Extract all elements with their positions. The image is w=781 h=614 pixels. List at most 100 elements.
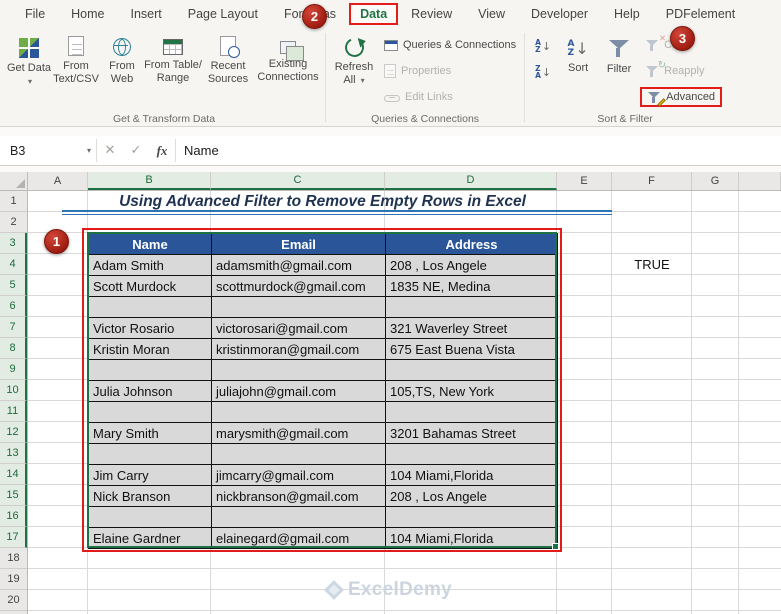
table-cell[interactable]	[88, 506, 212, 528]
table-cell[interactable]: nickbranson@gmail.com	[211, 485, 386, 507]
row-header-12[interactable]: 12	[0, 422, 27, 443]
table-cell[interactable]: Victor Rosario	[88, 317, 212, 339]
table-cell[interactable]	[385, 401, 558, 423]
table-cell[interactable]	[385, 443, 558, 465]
cell-grid[interactable]: Using Advanced Filter to Remove Empty Ro…	[28, 191, 781, 614]
row-header-16[interactable]: 16	[0, 506, 27, 527]
tab-help[interactable]: Help	[601, 2, 653, 26]
row-header-5[interactable]: 5	[0, 275, 27, 296]
table-cell[interactable]	[211, 506, 386, 528]
from-text-csv-button[interactable]: From Text/CSV	[52, 31, 100, 105]
column-header-b[interactable]: B	[88, 172, 211, 190]
table-cell[interactable]	[385, 296, 558, 318]
table-cell[interactable]	[88, 359, 212, 381]
table-cell[interactable]: scottmurdock@gmail.com	[211, 275, 386, 297]
row-header-20[interactable]: 20	[0, 590, 27, 611]
row-header-9[interactable]: 9	[0, 359, 27, 380]
row-header-8[interactable]: 8	[0, 338, 27, 359]
table-cell[interactable]	[385, 359, 558, 381]
row-header-6[interactable]: 6	[0, 296, 27, 317]
sort-ascending-button[interactable]: AZ ↓	[530, 35, 556, 57]
table-cell[interactable]: victorosari@gmail.com	[211, 317, 386, 339]
table-cell[interactable]	[211, 359, 386, 381]
row-header-17[interactable]: 17	[0, 527, 27, 548]
column-header-c[interactable]: C	[211, 172, 385, 190]
table-cell[interactable]: marysmith@gmail.com	[211, 422, 386, 444]
row-header-1[interactable]: 1	[0, 191, 27, 212]
insert-function-icon[interactable]: fx	[149, 136, 175, 165]
sort-descending-button[interactable]: ZA ↓	[530, 61, 556, 83]
queries-connections-button[interactable]: Queries & Connections	[379, 35, 521, 55]
table-cell[interactable]	[385, 506, 558, 528]
table-cell[interactable]: 675 East Buena Vista	[385, 338, 558, 360]
row-header-19[interactable]: 19	[0, 569, 27, 590]
existing-connections-button[interactable]: Existing Connections	[254, 31, 322, 105]
name-box[interactable]: B3 ▾	[0, 136, 96, 165]
filter-button[interactable]: Filter	[598, 31, 640, 105]
advanced-filter-button[interactable]: Advanced	[640, 87, 723, 107]
select-all-corner[interactable]	[0, 172, 28, 191]
from-table-range-button[interactable]: From Table/ Range	[144, 31, 202, 105]
table-cell[interactable]: 104 Miami,Florida	[385, 527, 558, 549]
table-cell[interactable]: 208 , Los Angele	[385, 485, 558, 507]
table-cell[interactable]: kristinmoran@gmail.com	[211, 338, 386, 360]
edit-links-button[interactable]: Edit Links	[379, 87, 521, 107]
table-cell[interactable]	[88, 296, 212, 318]
tab-file[interactable]: File	[12, 2, 58, 26]
table-cell[interactable]	[88, 443, 212, 465]
tab-view[interactable]: View	[465, 2, 518, 26]
table-cell[interactable]	[211, 443, 386, 465]
tab-home[interactable]: Home	[58, 2, 117, 26]
table-cell[interactable]: 3201 Bahamas Street	[385, 422, 558, 444]
table-cell[interactable]: 208 , Los Angele	[385, 254, 558, 276]
table-cell[interactable]: Julia Johnson	[88, 380, 212, 402]
table-cell[interactable]: 1835 NE, Medina	[385, 275, 558, 297]
table-cell[interactable]: Elaine Gardner	[88, 527, 212, 549]
row-header-15[interactable]: 15	[0, 485, 27, 506]
cancel-icon[interactable]: ✕	[97, 136, 123, 165]
row-header-2[interactable]: 2	[0, 212, 27, 233]
table-cell[interactable]	[88, 401, 212, 423]
column-header-g[interactable]: G	[692, 172, 739, 190]
column-header-a[interactable]: A	[28, 172, 88, 190]
tab-pdfelement[interactable]: PDFelement	[653, 2, 748, 26]
criteria-cell-f4[interactable]: TRUE	[612, 254, 692, 275]
row-header-4[interactable]: 4	[0, 254, 27, 275]
row-header-13[interactable]: 13	[0, 443, 27, 464]
table-cell[interactable]: 321 Waverley Street	[385, 317, 558, 339]
row-header-14[interactable]: 14	[0, 464, 27, 485]
recent-sources-button[interactable]: Recent Sources	[202, 31, 254, 105]
table-cell[interactable]: elainegard@gmail.com	[211, 527, 386, 549]
from-web-button[interactable]: From Web	[100, 31, 144, 105]
table-cell[interactable]: adamsmith@gmail.com	[211, 254, 386, 276]
table-cell[interactable]	[211, 296, 386, 318]
tab-data[interactable]: Data	[349, 3, 399, 25]
tab-developer[interactable]: Developer	[518, 2, 601, 26]
table-cell[interactable]: Scott Murdock	[88, 275, 212, 297]
sheet-title-cell[interactable]: Using Advanced Filter to Remove Empty Ro…	[88, 191, 557, 212]
table-cell[interactable]: juliajohn@gmail.com	[211, 380, 386, 402]
column-header-e[interactable]: E	[557, 172, 612, 190]
row-header-11[interactable]: 11	[0, 401, 27, 422]
table-cell[interactable]: Adam Smith	[88, 254, 212, 276]
table-cell[interactable]: Kristin Moran	[88, 338, 212, 360]
table-header-cell[interactable]: Email	[211, 233, 386, 255]
properties-button[interactable]: Properties	[379, 61, 521, 81]
table-cell[interactable]: Jim Carry	[88, 464, 212, 486]
table-cell[interactable]: 105,TS, New York	[385, 380, 558, 402]
table-header-cell[interactable]: Name	[88, 233, 212, 255]
table-cell[interactable]	[211, 401, 386, 423]
column-header-d[interactable]: D	[385, 172, 557, 190]
tab-insert[interactable]: Insert	[118, 2, 175, 26]
tab-review[interactable]: Review	[398, 2, 465, 26]
table-cell[interactable]: 104 Miami,Florida	[385, 464, 558, 486]
row-header-3[interactable]: 3	[0, 233, 27, 254]
enter-icon[interactable]: ✓	[123, 136, 149, 165]
table-cell[interactable]: Mary Smith	[88, 422, 212, 444]
reapply-filter-button[interactable]: ↻ Reapply	[640, 60, 722, 81]
table-cell[interactable]: jimcarry@gmail.com	[211, 464, 386, 486]
sort-button[interactable]: AZ ↓ Sort	[558, 31, 598, 105]
row-header-18[interactable]: 18	[0, 548, 27, 569]
row-header-7[interactable]: 7	[0, 317, 27, 338]
formula-input[interactable]: Name	[176, 136, 781, 165]
